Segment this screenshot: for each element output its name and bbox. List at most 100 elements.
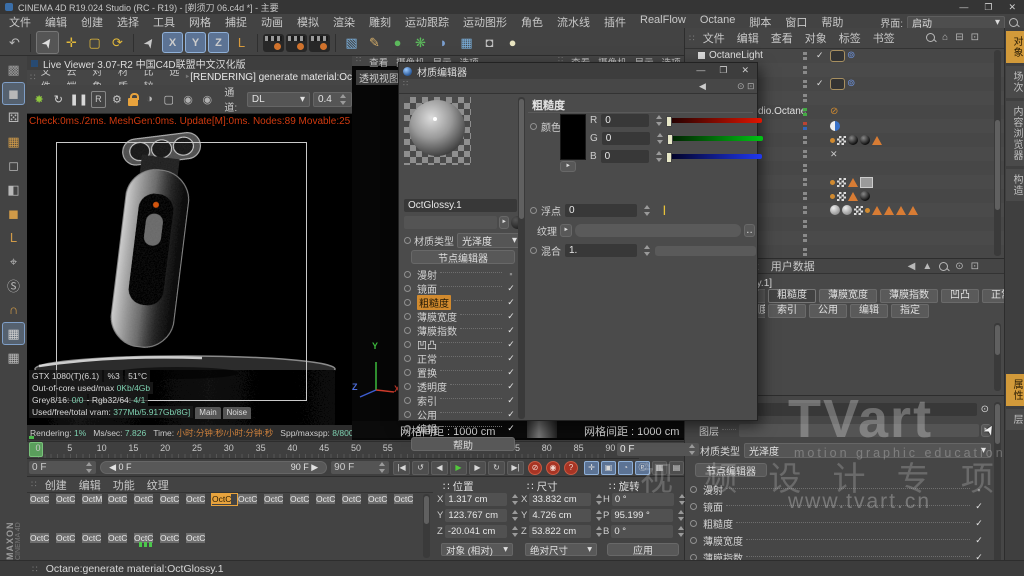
tri-tag-icon[interactable]: [872, 136, 882, 145]
menu-item-7[interactable]: 动画: [254, 14, 290, 30]
material-thumb-7[interactable]: OctC: [212, 494, 237, 505]
back-icon[interactable]: ◀: [908, 261, 916, 272]
render-view[interactable]: Check:0ms./2ms. MeshGen:0ms. Update[M]:0…: [27, 114, 352, 425]
layer-field[interactable]: [739, 424, 979, 437]
visibility-dots[interactable]: [803, 80, 807, 88]
slider-handle[interactable]: [667, 134, 673, 145]
menu-item-4[interactable]: 工具: [146, 14, 182, 30]
autokey-help-button[interactable]: ?: [564, 461, 578, 475]
anim-dot[interactable]: [404, 237, 411, 244]
prev-key-button[interactable]: ◀: [431, 461, 448, 475]
coordinate-field[interactable]: -20.041 cm: [445, 525, 507, 538]
sample-spinner[interactable]: 0.4: [313, 92, 352, 107]
key-rotation-toggle[interactable]: ◔: [618, 461, 633, 475]
lv-menu-item-0[interactable]: 文件: [36, 70, 62, 85]
right-tab-1[interactable]: 场次: [1006, 66, 1024, 98]
grip-icon[interactable]: ∷: [689, 33, 695, 44]
menu-item-10[interactable]: 雕刻: [362, 14, 398, 30]
ball-tag-icon[interactable]: [860, 135, 870, 145]
select-cursor-icon[interactable]: ➤: [36, 31, 59, 54]
close-button[interactable]: ✕: [741, 65, 749, 76]
mm-menu-item-1[interactable]: 编辑: [73, 477, 107, 493]
points-mode-icon[interactable]: ◻: [2, 154, 25, 177]
om-menu-item-3[interactable]: 对象: [799, 30, 833, 46]
anim-dot[interactable]: [690, 486, 697, 493]
checkbox-checked[interactable]: ✓: [973, 501, 985, 512]
generators-icon[interactable]: ●: [387, 32, 408, 53]
om-menu-item-5[interactable]: 书签: [867, 30, 901, 46]
record-keyframe-button[interactable]: ⊘: [528, 461, 542, 475]
play-button[interactable]: ▶: [450, 461, 467, 475]
visibility-dots[interactable]: [803, 150, 807, 158]
home-icon[interactable]: ⌂: [942, 32, 948, 43]
camera-icon[interactable]: ◘: [479, 32, 500, 53]
quantize-grid-icon[interactable]: ▦: [2, 346, 25, 369]
spinner[interactable]: [85, 462, 93, 473]
menu-item-5[interactable]: 网格: [182, 14, 218, 30]
spinner[interactable]: [378, 462, 386, 473]
anim-dot[interactable]: [690, 520, 697, 527]
channel-row-4[interactable]: 薄膜指数✓: [399, 323, 517, 337]
color-picker-button[interactable]: ‣: [560, 161, 576, 172]
channel-row-11[interactable]: 编辑✓: [399, 421, 517, 435]
checkbox-checked[interactable]: ✓: [505, 297, 517, 308]
spinner[interactable]: [656, 133, 664, 144]
material-thumb-3[interactable]: OctC: [108, 494, 133, 505]
menu-item-8[interactable]: 模拟: [290, 14, 326, 30]
layer-picker-button[interactable]: ‣: [499, 216, 509, 229]
grip-icon[interactable]: ∷: [27, 72, 36, 83]
render-view-icon[interactable]: [263, 34, 284, 52]
pic-tag-icon[interactable]: [860, 177, 873, 188]
coordinate-field[interactable]: 123.767 cm: [445, 509, 507, 522]
checkbox-checked[interactable]: ✓: [505, 311, 517, 322]
coordinate-field[interactable]: 1.317 cm: [445, 493, 507, 506]
polygons-mode-icon[interactable]: ◼: [2, 202, 25, 225]
tri-tag-icon[interactable]: [848, 192, 858, 201]
anim-dot[interactable]: [690, 537, 697, 544]
value-field[interactable]: 0: [602, 132, 650, 145]
undo-history-icon[interactable]: ▩: [2, 58, 25, 81]
slider-handle[interactable]: [666, 116, 672, 127]
coordinate-field[interactable]: 4.726 cm: [529, 509, 591, 522]
pause-render-icon[interactable]: ❚❚: [70, 90, 88, 109]
dot-tag-icon[interactable]: [830, 138, 835, 143]
oct-tag-icon[interactable]: [830, 50, 845, 62]
deformers-icon[interactable]: ◗: [433, 32, 454, 53]
workplane-mesh-icon[interactable]: ▦: [2, 130, 25, 153]
attr-tab-0[interactable]: 粗糙度: [768, 289, 816, 303]
primitive-cube-icon[interactable]: ▧: [341, 32, 362, 53]
gradient-slider[interactable]: [668, 136, 763, 141]
material-thumb-14[interactable]: OctC: [394, 494, 419, 505]
checkbox-checked[interactable]: ✓: [973, 518, 985, 529]
checkbox-checked[interactable]: ✓: [505, 367, 517, 378]
apply-button[interactable]: 应用: [607, 543, 679, 556]
spinner[interactable]: [655, 115, 663, 126]
vp0-menu-item-0[interactable]: 查看: [369, 55, 388, 69]
attr-tab2-3[interactable]: 指定: [891, 304, 929, 318]
material-preview-ball-icon[interactable]: ◑: [141, 90, 157, 109]
mix-slider[interactable]: [655, 246, 756, 256]
key-pla-toggle[interactable]: ▦: [652, 461, 667, 475]
snap-toggle-icon[interactable]: Ⓢ: [2, 274, 25, 297]
om-menu-item-1[interactable]: 编辑: [731, 30, 765, 46]
visibility-dots[interactable]: [803, 248, 807, 256]
up-icon[interactable]: ▲: [922, 261, 932, 272]
refresh-star-icon[interactable]: ✸: [31, 90, 47, 109]
node-editor-button[interactable]: 节点编辑器: [411, 250, 515, 264]
spinner[interactable]: [595, 526, 603, 537]
spinner[interactable]: [511, 494, 519, 505]
target-tag-icon[interactable]: ⊚: [847, 51, 855, 61]
axis-y-lock-icon[interactable]: Y: [185, 32, 206, 53]
om-menu-item-2[interactable]: 查看: [765, 30, 799, 46]
checkbox-checked[interactable]: ✓: [505, 325, 517, 336]
channel-row-1[interactable]: 镜面✓: [685, 498, 985, 515]
checkbox-state[interactable]: ▪: [973, 485, 985, 495]
mm-menu-item-2[interactable]: 功能: [107, 477, 141, 493]
make-editable-icon[interactable]: ◼: [2, 82, 25, 105]
channel-row-3[interactable]: 薄膜宽度✓: [685, 532, 985, 549]
tri-tag-icon[interactable]: [896, 206, 906, 215]
x-tag-icon[interactable]: ✕: [830, 149, 838, 160]
channel-row-10[interactable]: 公用✓: [399, 407, 517, 421]
ballL-tag-icon[interactable]: [842, 205, 852, 215]
spline-pen-icon[interactable]: ✎: [364, 32, 385, 53]
